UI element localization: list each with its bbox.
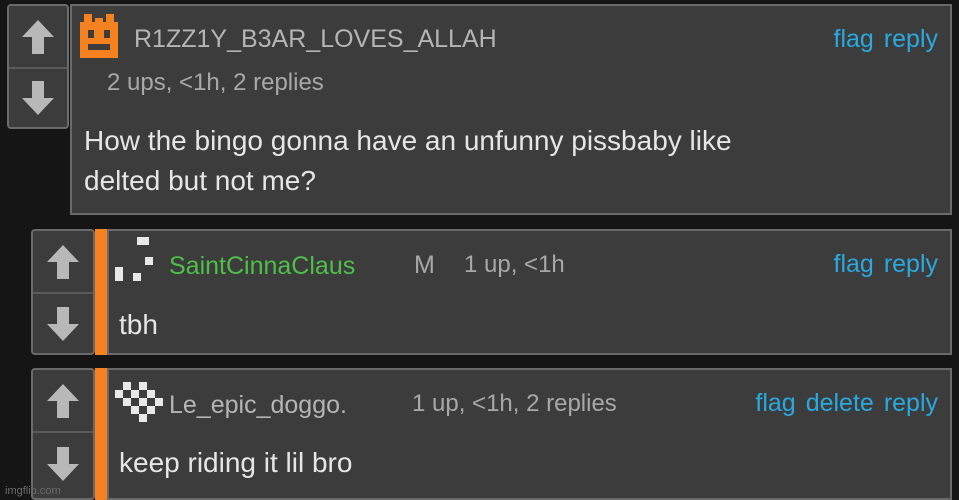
comment-username[interactable]: Le_epic_doggo. bbox=[169, 391, 347, 420]
comment-meta: 1 up, <1h bbox=[464, 251, 565, 278]
arrow-down-icon bbox=[47, 306, 79, 341]
flag-link[interactable]: flag bbox=[834, 25, 874, 54]
comment-body: How the bingo gonna have an unfunny piss… bbox=[84, 121, 732, 201]
delete-link[interactable]: delete bbox=[806, 389, 874, 418]
user-avatar-icon bbox=[115, 237, 153, 281]
reply-indicator-bar bbox=[95, 229, 107, 355]
comment-meta: 2 ups, <1h, 2 replies bbox=[107, 69, 324, 96]
reply-link[interactable]: reply bbox=[884, 25, 938, 54]
comment-card: R1ZZ1Y_B3AR_LOVES_ALLAH flag reply 2 ups… bbox=[70, 4, 952, 215]
arrow-down-icon bbox=[47, 447, 79, 481]
comment-actions: flag delete reply bbox=[755, 389, 938, 418]
user-avatar-icon bbox=[115, 382, 163, 422]
comment-body: keep riding it lil bro bbox=[119, 447, 353, 478]
vote-column bbox=[31, 229, 95, 355]
reply-link[interactable]: reply bbox=[884, 389, 938, 418]
reply-link[interactable]: reply bbox=[884, 250, 938, 279]
comment-actions: flag reply bbox=[834, 250, 939, 279]
watermark: imgflip.com bbox=[5, 485, 61, 497]
flag-link[interactable]: flag bbox=[834, 250, 874, 279]
arrow-down-icon bbox=[22, 81, 54, 115]
comment-body-line: How the bingo gonna have an unfunny piss… bbox=[84, 125, 732, 156]
vote-column bbox=[7, 4, 69, 129]
upvote-button[interactable] bbox=[33, 370, 93, 431]
comment-card: Le_epic_doggo. 1 up, <1h, 2 replies flag… bbox=[107, 368, 952, 500]
comment-card: SaintCinnaClaus M 1 up, <1h flag reply t… bbox=[107, 229, 952, 355]
user-avatar-icon bbox=[80, 14, 118, 58]
arrow-up-icon bbox=[47, 383, 79, 418]
vote-column bbox=[31, 368, 95, 500]
comment-body: tbh bbox=[119, 309, 158, 340]
reply-indicator-bar bbox=[95, 368, 107, 500]
downvote-button[interactable] bbox=[9, 69, 67, 127]
comment-actions: flag reply bbox=[834, 25, 939, 54]
upvote-button[interactable] bbox=[9, 6, 67, 67]
comment-meta: 1 up, <1h, 2 replies bbox=[412, 390, 617, 417]
upvote-button[interactable] bbox=[33, 231, 93, 292]
flag-link[interactable]: flag bbox=[755, 389, 795, 418]
comment-body-line: delted but not me? bbox=[84, 165, 316, 196]
arrow-up-icon bbox=[22, 19, 54, 54]
comment-username[interactable]: SaintCinnaClaus bbox=[169, 252, 355, 281]
arrow-up-icon bbox=[47, 244, 79, 279]
downvote-button[interactable] bbox=[33, 294, 93, 353]
mod-badge: M bbox=[414, 251, 435, 279]
comment-username[interactable]: R1ZZ1Y_B3AR_LOVES_ALLAH bbox=[134, 25, 497, 54]
